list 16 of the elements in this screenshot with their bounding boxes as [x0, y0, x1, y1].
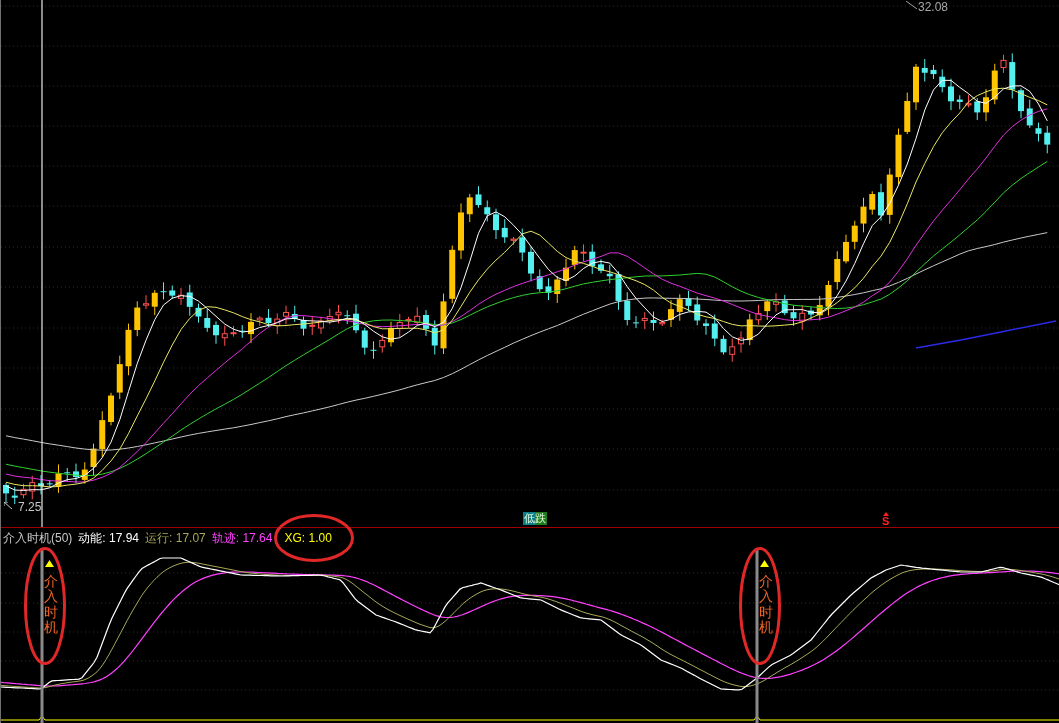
indicator-reading: 动能: 17.94	[78, 531, 140, 545]
arrow-icon	[4, 502, 12, 509]
leader-line	[906, 1, 917, 9]
triangle-icon	[45, 560, 54, 567]
price-low-label: 7.25	[18, 500, 42, 514]
indicator-title: 介入时机(50)	[3, 531, 73, 545]
price-high-label: 32.08	[918, 0, 949, 14]
indicator-reading: 运行: 17.07	[145, 531, 206, 545]
signal-letter: S	[882, 516, 890, 527]
signal-label: 介入时机	[44, 574, 58, 636]
signal-label: 介入时机	[759, 574, 773, 636]
triangle-icon	[882, 512, 889, 516]
indicator-reading: XG: 1.00	[284, 531, 332, 545]
indicator-reading: 轨迹: 17.64	[211, 531, 273, 545]
triangle-icon	[760, 560, 769, 567]
signal-tag: 低跌	[523, 512, 547, 525]
